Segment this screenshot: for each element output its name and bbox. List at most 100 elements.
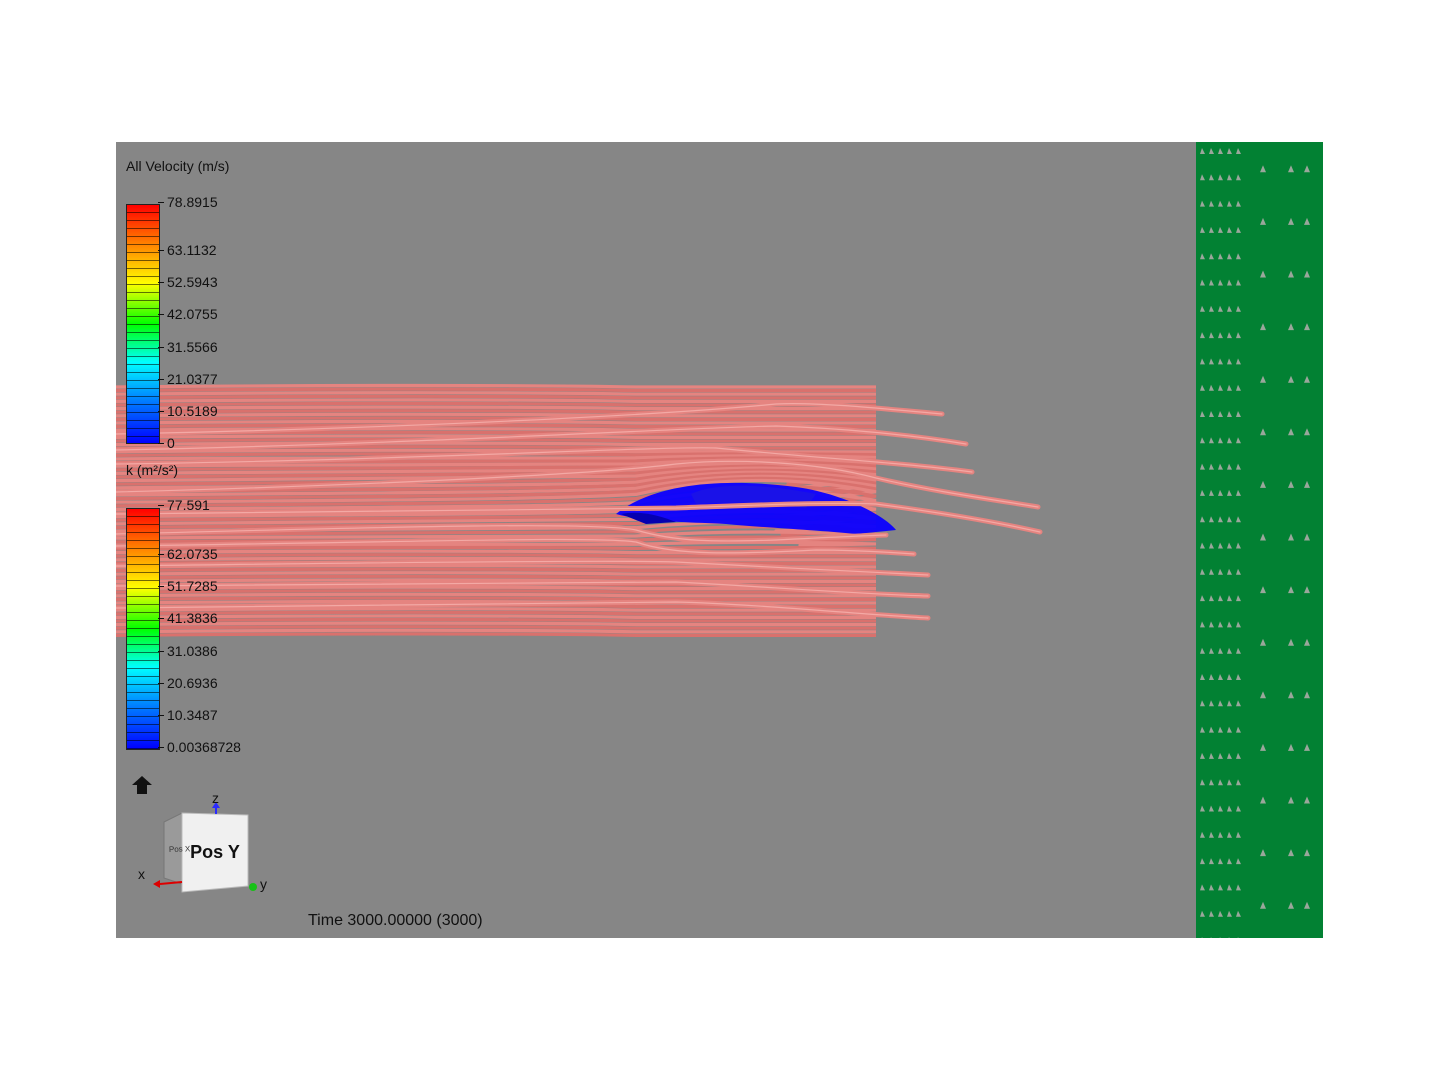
x-axis-arrow [159,881,183,885]
streamline [116,567,876,573]
ground-texture-dot [1236,647,1241,654]
ground-texture-dot [1200,884,1205,891]
ground-texture-dot [1200,910,1205,917]
ground-texture-dot [1227,542,1232,549]
legend-tick-mark [158,347,164,348]
ground-texture-dot [1209,358,1214,365]
ground-texture-dot [1227,752,1232,759]
streamline [116,617,876,623]
ground-texture-dot [1227,910,1232,917]
k-colorbar [126,508,160,750]
ground-texture-dot [1209,674,1214,680]
ground-texture-dot [1304,586,1310,594]
ground-texture-dot [1260,586,1266,594]
ground-texture-dot [1288,270,1294,278]
ground-texture-dot [1218,384,1223,391]
ground-texture-dot [1227,568,1232,575]
streamline [116,592,876,598]
ground-texture-dot [1228,937,1230,938]
streamline [116,596,876,601]
ground-texture-dot [1218,305,1223,312]
streamline [116,545,877,551]
ground-texture-dot [1236,332,1241,339]
ground-texture-dot [1218,858,1223,865]
ground-texture-dot [1209,253,1214,260]
ground-texture-dot [1227,621,1232,628]
ground-texture-dot [1200,647,1205,654]
ground-texture-dot [1260,217,1266,225]
ground-texture-dot [1218,726,1223,733]
velocity-colorbar [126,204,160,444]
ground-texture-dot [1304,533,1310,541]
ground-texture-dot [1209,200,1214,207]
ground-texture-dot [1236,489,1241,496]
ground-texture-dot [1288,217,1294,225]
x-axis-label: x [138,866,145,882]
ground-texture-dot [1236,805,1241,812]
streamline [116,574,876,580]
ground-texture-dot [1201,937,1203,938]
ground-texture-dot [1209,700,1214,707]
ground-texture-dot [1227,726,1232,733]
ground-texture-dot [1304,796,1310,804]
ground-texture-dot [1218,805,1223,812]
ground-texture-dot [1260,375,1266,383]
streamline [116,398,876,403]
ground-texture-dot [1304,375,1310,383]
ground-texture-dot [1209,174,1214,181]
ground-texture-dot [1260,691,1266,699]
ground-texture-dot [1236,226,1241,233]
legend-tick-mark [158,411,164,412]
ground-texture-dot [1304,743,1310,751]
legend-tick-mark [158,554,164,555]
ground-texture-dot [1209,595,1214,602]
ground-texture-dot [1200,174,1205,181]
ground-texture-dot [1288,849,1294,857]
legend-tick-label: 31.5566 [167,339,218,355]
legend-tick-mark [158,282,164,283]
ground-texture-dot [1236,411,1241,417]
ground-texture-dot [1236,700,1241,707]
ground-texture-dot [1218,647,1223,654]
ground-texture-dot [1236,174,1241,181]
ground-texture-dot [1260,323,1266,331]
ground-texture-dot [1200,253,1205,260]
velocity-legend-title: All Velocity (m/s) [126,158,230,174]
ground-texture-dot [1288,323,1294,331]
streamline [116,441,876,447]
ground-texture-dot [1209,621,1214,628]
ground-texture-dot [1227,831,1232,838]
3d-viewport[interactable]: All Velocity (m/s) 78.8915 63.1132 52.5943… [116,142,1323,938]
ground-texture-dot [1236,910,1241,917]
ground-texture-dot [1218,516,1223,523]
ground-texture-dot [1209,516,1214,523]
ground-texture-dot [1209,726,1214,733]
ground-texture-dot [1200,805,1205,812]
legend-tick-label: 51.7285 [167,578,218,594]
ground-texture-dot [1227,489,1232,496]
cube-face-pos-y[interactable]: Pos Y [182,815,248,890]
ground-texture-dot [1236,148,1241,154]
ground-texture-dot [1227,674,1232,680]
ground-texture-dot [1200,568,1205,575]
legend-tick-label: 52.5943 [167,274,218,290]
ground-texture-dot [1209,148,1214,154]
ground-texture-dot [1200,674,1205,680]
ground-texture-dot [1288,533,1294,541]
ground-texture-dot [1200,226,1205,233]
ground-texture-dot [1236,858,1241,865]
ground-texture-dot [1218,253,1223,260]
ground-texture-dot [1200,489,1205,496]
ground-texture-dot [1227,700,1232,707]
ground-texture-dot [1236,516,1241,523]
ground-texture-dot [1200,752,1205,759]
ground-texture-dot [1200,700,1205,707]
streamline-scene[interactable] [116,142,1323,938]
ground-texture-dot [1218,831,1223,838]
ground-texture-dot [1227,148,1232,154]
ground-texture-dot [1209,779,1214,786]
ground-texture-dot [1236,358,1241,365]
ground-texture-dot [1227,884,1232,891]
ground-texture-dot [1236,884,1241,891]
ground-texture-dot [1218,621,1223,628]
